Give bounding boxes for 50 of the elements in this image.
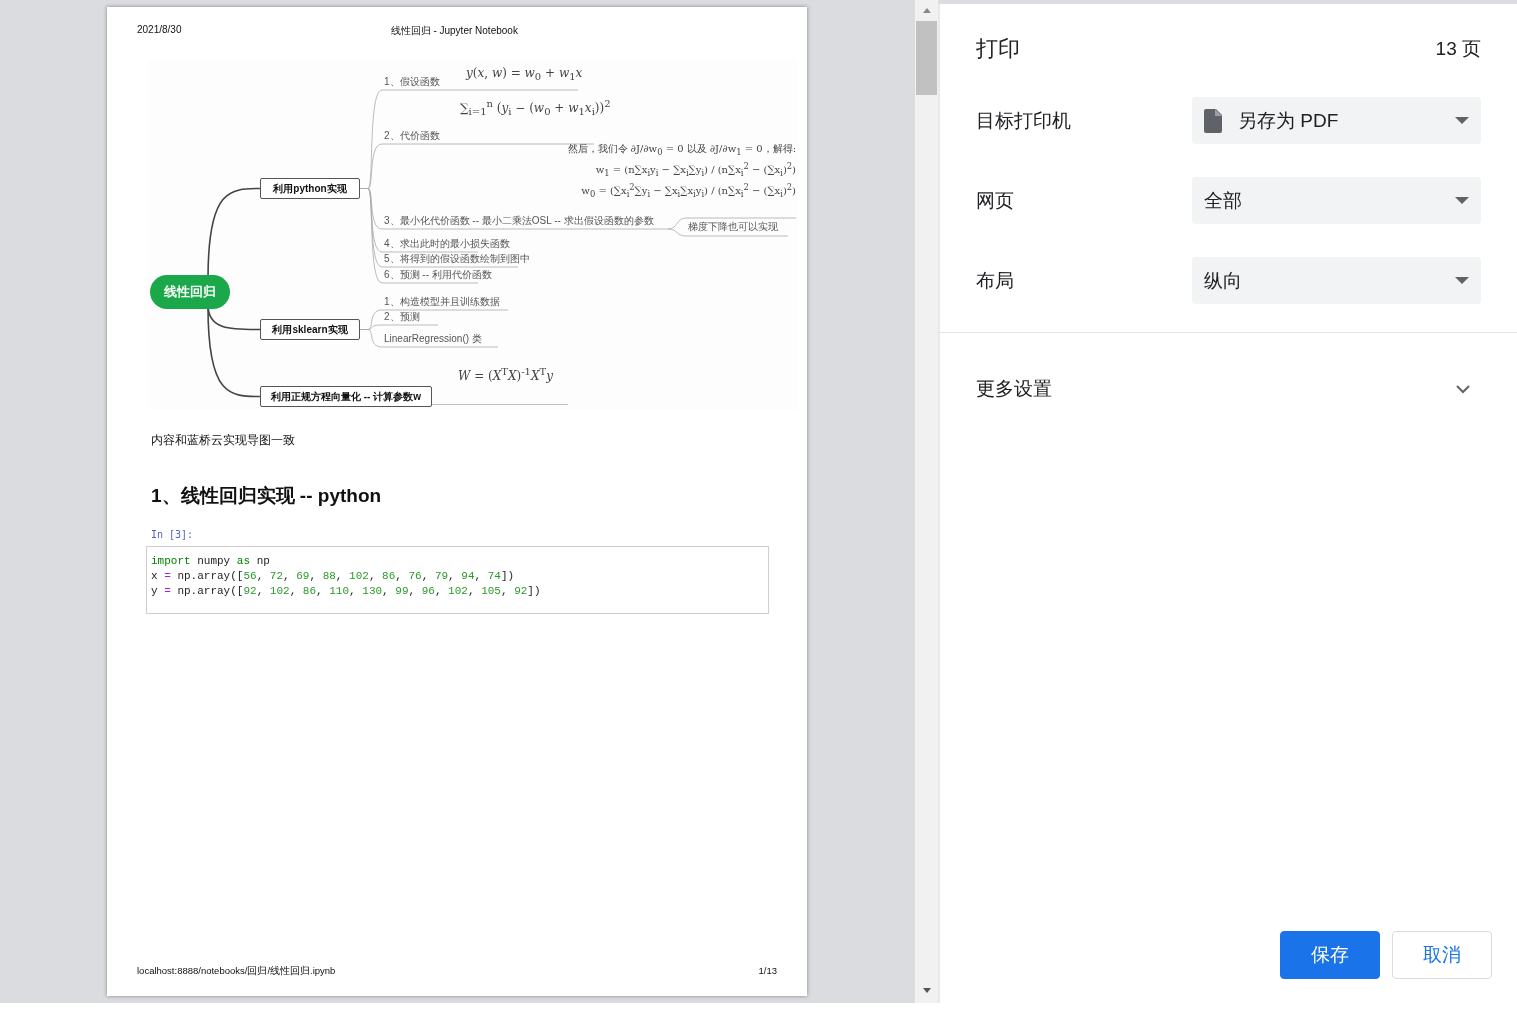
formula: 然后，我们令 ∂J/∂w$_{0}$ = 0 以及 ∂J/∂w$_{1}$ = 0，解得: [567,142,796,157]
formula: y(x, w) = w$_{0}$ + w$_{1}$x [466,66,583,83]
branch-node: 利用sklearn实现 [260,319,360,340]
topic-label: 5、将得到的假设函数绘制到图中 [384,253,530,265]
topic-label: 4、求出此时的最小损失函数 [384,238,510,250]
topic-label: 1、假设函数 [384,76,440,88]
caret-icon [1455,276,1469,285]
caret-icon [1455,116,1469,125]
setting-dropdown[interactable]: 另存为 PDF [1192,97,1481,144]
topic-label: LinearRegression() 类 [384,333,482,345]
scroll-thumb[interactable] [916,21,937,95]
section-heading: 1、线性回归实现 -- python [151,484,383,508]
page-title: 线性回归 - Jupyter Notebook [390,24,518,38]
root-node: 线性回归 [150,275,230,309]
topic-label: 3、最小化代价函数 -- 最小二乘法OSL -- 求出假设函数的参数 [384,215,654,227]
code-line: import numpy as np [151,554,271,569]
formula: w$_{1}$ = (n∑x$_{i}$y$_{i}$ − ∑x$_{i}$∑y$_{i}$) / (n∑x$_{i}$$^{2}$ − (∑x$_{i}$)$^{2}$) [595,161,796,179]
branch-node: 利用python实现 [260,178,360,199]
topic-label: 1、构造模型并且训练数据 [384,296,500,308]
branch-node: 利用正规方程向量化 -- 计算参数w [260,386,432,407]
caret-icon [1455,196,1469,205]
topic-label: 6、预测 -- 利用代价函数 [384,269,492,281]
topic-label: 2、预测 [384,311,420,323]
body-text: 内容和蓝桥云实现导图一致 [151,432,296,449]
save-button[interactable]: 保存 [1280,931,1380,979]
print-date: 2021/8/30 [137,24,182,37]
setting-label: 网页 [976,188,1015,213]
dialog-title: 打印 [976,35,1020,63]
scroll-up-icon[interactable] [921,7,932,13]
setting-dropdown[interactable]: 纵向 [1192,257,1481,304]
scrollbar[interactable] [915,0,938,1003]
code-line: y = np.array([92, 102, 86, 110, 130, 99, 96, 102, 105, 92]) [151,584,542,599]
page-count: 13 页 [1435,37,1481,61]
scroll-down-icon[interactable] [921,988,932,994]
setting-label: 布局 [976,268,1015,293]
chevron-icon [1455,384,1471,394]
formula: ∑$_{i=1}$$^{n}$ (y$_{i}$ − (w$_{0}$ + w$_{1}$x$_{i}$))$^{2}$ [460,98,611,118]
cell-prompt: In [3]: [151,529,195,540]
topic-label: 梯度下降也可以实现 [688,221,778,233]
formula: W = (X$^{T}$X)$^{-1}$X$^{T}$y [458,366,553,383]
file-icon [1204,108,1222,133]
formula: w$_{0}$ = (∑x$_{i}$$^{2}$∑y$_{i}$ − ∑x$_{i}$∑x$_{i}$y$_{i}$) / (n∑x$_{i}$$^{2}$ − (∑x$_{i}$)$^{2}$) [581,182,796,200]
page-number: 1/13 [758,965,777,978]
page-url: localhost:8888/notebooks/回归/线性回归.ipynb [137,965,336,978]
more-settings-toggle[interactable]: 更多设置 [940,376,1517,402]
topic-label: 2、代价函数 [384,130,440,142]
setting-dropdown[interactable]: 全部 [1192,177,1481,224]
cancel-button[interactable]: 取消 [1392,931,1492,979]
setting-label: 目标打印机 [976,108,1072,133]
code-line: x = np.array([56, 72, 69, 88, 102, 86, 76, 79, 94, 74]) [151,569,516,584]
